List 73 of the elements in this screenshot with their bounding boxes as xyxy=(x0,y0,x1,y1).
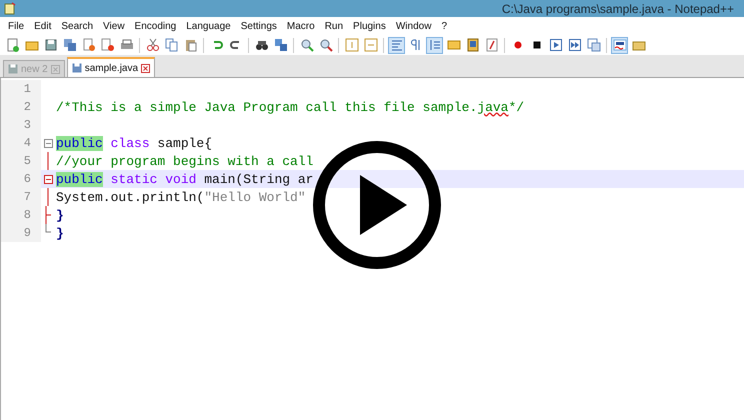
sync-horizontal-icon xyxy=(364,38,378,52)
save-macro-icon xyxy=(586,38,600,52)
fold-line-icon xyxy=(47,188,49,206)
notepad-icon xyxy=(4,2,16,15)
word-wrap-icon xyxy=(390,38,404,52)
code-text: } xyxy=(56,226,64,240)
menu-item[interactable]: Run xyxy=(320,20,348,32)
function-list-icon xyxy=(484,38,498,52)
menu-item[interactable]: ? xyxy=(436,20,452,32)
line-number: 8 xyxy=(1,206,41,224)
code-text: System.out.println( xyxy=(56,190,204,204)
close-file-icon xyxy=(82,38,96,52)
code-text: main(String ar xyxy=(203,172,314,186)
file-tab[interactable]: sample.java xyxy=(66,57,156,77)
fold-line-icon xyxy=(47,152,49,170)
code-text: /*This is a simple Java Program call this file sample. xyxy=(56,100,478,114)
binoculars-icon xyxy=(254,38,268,52)
line-number: 4 xyxy=(1,134,41,152)
save-all-icon xyxy=(62,38,76,52)
fast-forward-icon xyxy=(568,38,582,52)
line-number: 7 xyxy=(1,188,41,206)
menu-item[interactable]: File xyxy=(3,20,30,32)
code-text: java xyxy=(477,100,508,114)
line-number: 2 xyxy=(1,98,41,116)
line-number: 1 xyxy=(1,80,41,98)
code-text: */ xyxy=(508,100,524,114)
sync-vertical-icon xyxy=(344,38,358,52)
file-icon xyxy=(72,63,82,73)
play-icon xyxy=(548,38,562,52)
code-text: "Hello World" xyxy=(204,190,306,204)
language-icon xyxy=(446,38,460,52)
code-text: sample{ xyxy=(156,136,212,150)
fold-toggle-icon[interactable] xyxy=(44,138,52,148)
menu-item[interactable]: Edit xyxy=(29,20,56,32)
file-icon xyxy=(8,64,18,74)
menu-item[interactable]: Macro xyxy=(282,20,320,32)
window-title: C:\Java programs\sample.java - Notepad++ xyxy=(502,2,734,16)
save-icon xyxy=(44,38,58,52)
line-number: 3 xyxy=(1,116,41,134)
close-icon[interactable] xyxy=(141,64,150,72)
indent-guide-icon xyxy=(428,38,442,52)
line-number: 9 xyxy=(1,224,41,242)
code-text: } xyxy=(56,208,64,222)
menu-item[interactable]: Window xyxy=(390,20,436,32)
code-text: void xyxy=(164,172,196,186)
scissors-icon xyxy=(146,38,160,52)
menu-item[interactable]: Encoding xyxy=(130,20,182,32)
code-text: public xyxy=(56,136,103,150)
menu-item[interactable]: Language xyxy=(181,20,236,32)
printer-icon xyxy=(120,38,134,52)
fold-toggle-icon[interactable] xyxy=(44,174,52,184)
document-map-icon xyxy=(466,38,480,52)
menu-item[interactable]: Settings xyxy=(236,20,282,32)
menu-item[interactable]: View xyxy=(98,20,130,32)
zoom-out-icon xyxy=(318,38,332,52)
toolbar-button[interactable] xyxy=(611,36,628,54)
menu-item[interactable]: Search xyxy=(56,20,98,32)
copy-icon xyxy=(164,38,178,52)
replace-icon xyxy=(274,38,288,52)
line-number: 6 xyxy=(1,170,41,188)
code-text: public xyxy=(56,172,103,186)
play-button[interactable] xyxy=(312,140,442,270)
spell-check-icon xyxy=(612,38,626,52)
line-number: 5 xyxy=(1,152,41,170)
paste-icon xyxy=(184,38,198,52)
pilcrow-icon xyxy=(408,38,422,52)
new-file-icon xyxy=(6,38,20,52)
code-text: //your program begins with a call xyxy=(56,154,314,168)
code-text: class xyxy=(110,136,150,150)
zoom-in-icon xyxy=(300,38,314,52)
code-text: static xyxy=(110,172,158,186)
close-all-icon xyxy=(100,38,114,52)
menu-item[interactable]: Plugins xyxy=(348,20,391,32)
